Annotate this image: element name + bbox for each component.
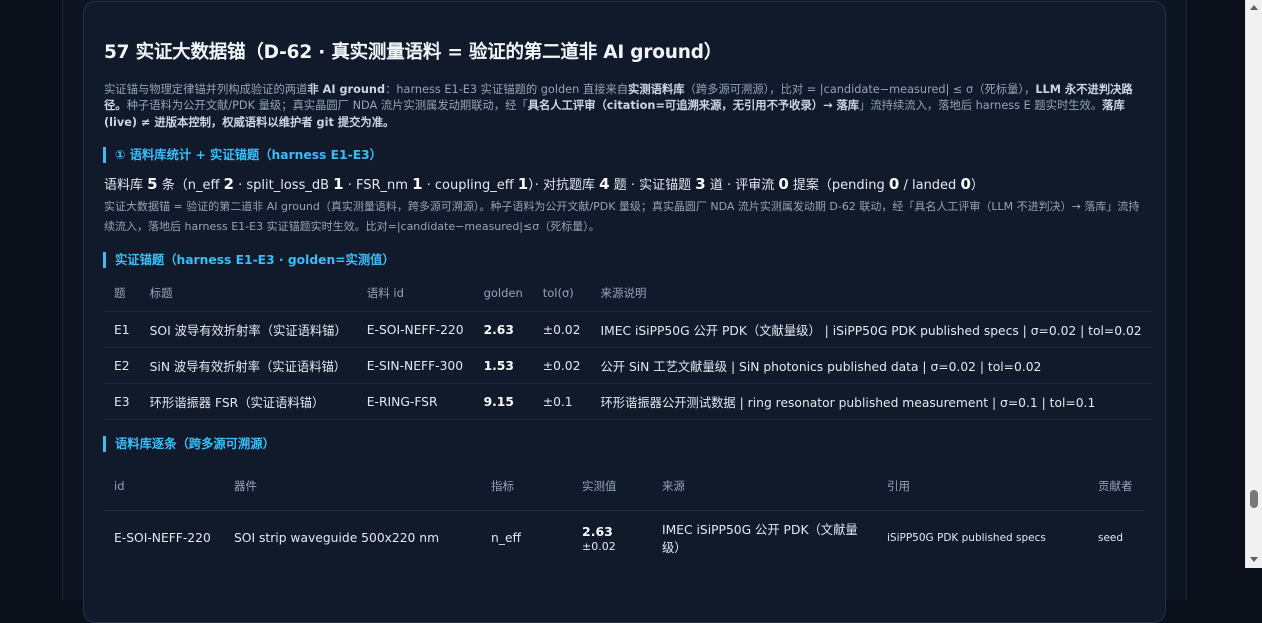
intro-text: （跨多源可溯源），比对 = |candidate−measured| ≤ σ（死… [684, 83, 1036, 96]
intro-text: 」流持续流入，落地后 harness E 题实时生效。 [859, 99, 1103, 113]
cell-id: E-SOI-NEFF-220 [114, 531, 211, 545]
stat-number: 2 [223, 175, 234, 193]
section-title: 57 实证大数据锚（D-62 · 真实测量语料 = 验证的第二道非 AI gro… [104, 42, 723, 63]
cell-source-note: 公开 SiN 工艺文献量级 | SiN photonics published … [590, 347, 1152, 384]
section-intro: 实证锚与物理定律锚并列构成验证的两道非 AI ground：harness E1… [104, 82, 1144, 131]
cell-q: E2 [104, 347, 140, 384]
col-header-id: id [104, 462, 224, 511]
stat-text: 提案（pending [788, 178, 889, 193]
intro-emphasis: 非 AI ground [307, 83, 386, 96]
cell-title: SiN 波导有效折射率（实证语料锚） [139, 347, 357, 384]
intro-text: 种子语料为公开文献/PDK 量级；真实晶圆厂 NDA 流片实测属发动期联动，经「 [126, 99, 528, 113]
cell-contributor: seed [1098, 532, 1124, 544]
stat-number: 0 [778, 175, 789, 193]
stat-text: 语料库 [104, 178, 148, 193]
page-scrollbar[interactable] [1245, 0, 1262, 568]
cell-title: SOI 波导有效折射率（实证语料锚） [139, 311, 357, 348]
stat-text: 条（n_eff [157, 178, 224, 193]
stat-number: 4 [599, 175, 610, 193]
corpus-table-heading: 语料库逐条（跨多源可溯源） [103, 436, 275, 452]
stat-text: · split_loss_dB [233, 178, 334, 193]
cell-metric: n_eff [491, 531, 521, 545]
stats-heading: ① 语料库统计 + 实证锚题（harness E1-E3） [103, 147, 382, 163]
measured-sigma: ±0.02 [582, 539, 616, 553]
col-header-metric: 指标 [481, 462, 572, 511]
stat-text: · FSR_nm [343, 178, 413, 193]
cell-corpus-id: E-SIN-NEFF-300 [356, 347, 474, 384]
cell-measured: 2.63 ±0.02 [572, 511, 652, 566]
stat-number: 3 [695, 175, 706, 193]
table-row: E3 环形谐振器 FSR（实证语料锚） E-RING-FSR 9.15 ±0.1… [104, 383, 1152, 420]
cell-tol: ±0.02 [532, 347, 591, 384]
col-header-source-note: 来源说明 [590, 275, 1152, 312]
measured-value: 2.63 [582, 523, 613, 539]
scroll-up-arrow-icon[interactable] [1250, 5, 1258, 10]
col-header-citation: 引用 [877, 462, 1088, 511]
cell-q: E1 [104, 311, 140, 348]
col-header-title: 标题 [139, 275, 357, 312]
stats-note: 实证大数据锚 = 验证的第二道非 AI ground（真实测量语料，跨多源可溯源… [104, 200, 1140, 233]
table-row: E1 SOI 波导有效折射率（实证语料锚） E-SOI-NEFF-220 2.6… [104, 311, 1152, 348]
stat-number: 0 [888, 175, 900, 193]
scroll-down-arrow-icon[interactable] [1250, 557, 1258, 562]
scrollbar-thumb[interactable] [1250, 490, 1258, 508]
stat-number: 0 [960, 175, 971, 193]
stat-text: 道 · 评审流 [705, 178, 779, 193]
stat-text: · coupling_eff [422, 178, 518, 193]
cell-tol: ±0.02 [532, 311, 591, 348]
cell-tol: ±0.1 [532, 383, 591, 420]
stat-number: 1 [517, 175, 529, 193]
stat-number: 1 [412, 175, 423, 193]
stat-text: ） [970, 178, 984, 193]
cell-corpus-id: E-RING-FSR [356, 383, 474, 420]
cell-source: IMEC iSiPP50G 公开 PDK（文献量级） [662, 523, 858, 555]
stat-text: / landed [899, 178, 961, 193]
cell-title: 环形谐振器 FSR（实证语料锚） [139, 383, 357, 420]
col-header-source: 来源 [652, 462, 877, 511]
anchor-table-heading: 实证锚题（harness E1-E3 · golden=实测值） [103, 252, 395, 268]
corpus-table-header: id 器件 指标 实测值 来源 引用 贡献者 [104, 462, 1144, 511]
intro-emphasis: 实测语料库 [628, 83, 685, 96]
col-header-golden: golden [473, 275, 533, 312]
cell-golden: 9.15 [473, 383, 533, 420]
col-header-device: 器件 [224, 462, 481, 511]
table-row: E-SOI-NEFF-220 SOI strip waveguide 500x2… [104, 511, 1144, 566]
cell-golden: 2.63 [473, 311, 533, 348]
cell-q: E3 [104, 383, 140, 420]
stat-text: ）· 对抗题库 [528, 178, 600, 193]
stat-number: 5 [147, 175, 158, 193]
cell-corpus-id: E-SOI-NEFF-220 [356, 311, 474, 348]
cell-source-note: 环形谐振器公开测试数据 | ring resonator published m… [590, 383, 1152, 420]
cell-citation: iSiPP50G PDK published specs [887, 532, 1046, 544]
corpus-table: id 器件 指标 实测值 来源 引用 贡献者 E-SOI-NEFF-220 SO… [104, 462, 1144, 565]
col-header-corpus-id: 语料 id [356, 275, 474, 312]
table-row: E2 SiN 波导有效折射率（实证语料锚） E-SIN-NEFF-300 1.5… [104, 347, 1152, 384]
intro-text: ：harness E1-E3 实证锚题的 golden 直接来自 [385, 83, 629, 96]
anchor-table-header: 题 标题 语料 id golden tol(σ) 来源说明 [104, 275, 1152, 312]
col-header-q: 题 [104, 275, 140, 312]
col-header-measured: 实测值 [572, 462, 652, 511]
corpus-stats-line: 语料库 5 条（n_eff 2 · split_loss_dB 1 · FSR_… [104, 174, 984, 193]
col-header-tol: tol(σ) [532, 275, 591, 312]
cell-device: SOI strip waveguide 500x220 nm [234, 531, 440, 545]
stat-number: 1 [333, 175, 344, 193]
anchor-table: 题 标题 语料 id golden tol(σ) 来源说明 E1 SOI 波导有… [104, 275, 1152, 420]
col-header-contributor: 贡献者 [1088, 462, 1144, 511]
intro-emphasis: 具名人工评审（citation=可追溯来源，无引用不予收录）→ 落库 [527, 99, 860, 113]
intro-text: 实证锚与物理定律锚并列构成验证的两道 [104, 83, 308, 96]
cell-source-note: IMEC iSiPP50G 公开 PDK（文献量级） | iSiPP50G PD… [590, 311, 1152, 348]
stat-text: 题 · 实证锚题 [609, 178, 696, 193]
cell-golden: 1.53 [473, 347, 533, 384]
